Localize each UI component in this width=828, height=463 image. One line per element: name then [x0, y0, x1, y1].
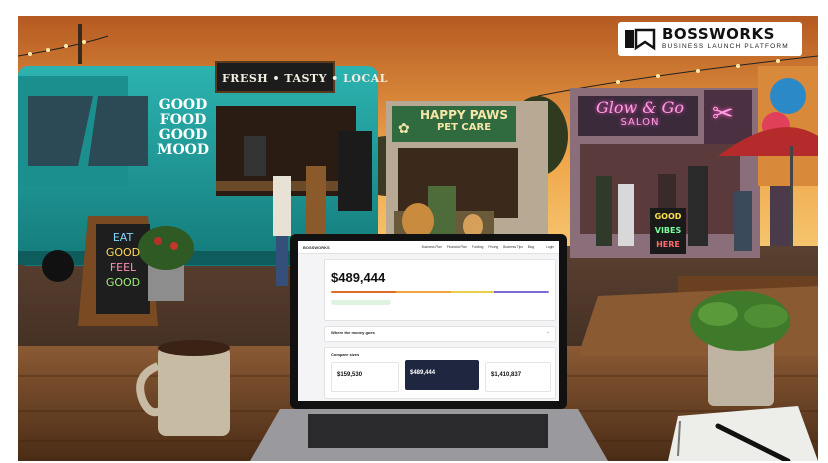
truck-side-word: MOOD: [156, 142, 210, 158]
pet-shop-sub: PET CARE: [436, 122, 492, 133]
nav-item[interactable]: Pricing: [488, 245, 498, 249]
chalk-word: FEEL: [109, 261, 137, 274]
chalk-word: GOOD: [105, 276, 141, 289]
estimate-card: $489,444: [324, 259, 556, 321]
vibes-word: HERE: [656, 240, 680, 249]
nav-item[interactable]: Business Plan: [422, 245, 442, 249]
truck-side-word: FOOD: [159, 112, 207, 128]
brand-tagline: BUSINESS LAUNCH PLATFORM: [662, 43, 789, 51]
money-section-title: Where the money goes: [331, 330, 375, 335]
salon-sub: SALON: [620, 117, 660, 128]
pet-shop-sign: HAPPY PAWS PET CARE: [414, 108, 514, 133]
nav-login[interactable]: Login: [546, 245, 554, 249]
vibes-word: GOOD: [654, 212, 682, 221]
nav-item[interactable]: Financial Plan: [447, 245, 467, 249]
paw-icon: ✿: [398, 120, 410, 136]
compare-option-small[interactable]: $159,530: [331, 362, 399, 392]
app-nav: BOSSWORKS Business Plan Financial Plan F…: [298, 241, 559, 254]
pet-shop-name: HAPPY PAWS: [419, 108, 509, 122]
money-section-card[interactable]: Where the money goes ⌄: [324, 326, 556, 342]
compare-value: $1,410,837: [491, 372, 522, 378]
compare-option-large[interactable]: $1,410,837: [485, 362, 551, 392]
salon-name: Glow & Go: [595, 98, 685, 117]
app-nav-brand[interactable]: BOSSWORKS: [303, 245, 330, 250]
chalkboard-sign: EAT GOOD FEEL GOOD: [98, 230, 148, 290]
nav-item[interactable]: Business Tips: [503, 245, 523, 249]
compare-option-selected[interactable]: $489,444: [405, 360, 479, 390]
headline-value: $489,444: [331, 270, 386, 285]
chalk-word: GOOD: [105, 246, 141, 259]
laptop-screen: BOSSWORKS Business Plan Financial Plan F…: [298, 241, 559, 401]
truck-side-word: GOOD: [158, 97, 208, 113]
bossworks-logo: BOSSWORKS BUSINESS LAUNCH PLATFORM: [618, 22, 802, 56]
cost-breakdown-bar: [331, 291, 549, 293]
brand-name: BOSSWORKS: [662, 25, 775, 44]
vibes-word: VIBES: [654, 226, 682, 235]
compare-value: $489,444: [410, 370, 436, 376]
truck-side-lettering: GOOD FOOD GOOD MOOD: [148, 98, 218, 158]
compare-title: Compare sizes: [331, 352, 360, 357]
laptop: BOSSWORKS Business Plan Financial Plan F…: [290, 234, 567, 409]
compare-sizes-card: Compare sizes $159,530 $489,444 $1,410,8…: [324, 347, 556, 399]
confidence-pill: [331, 300, 391, 305]
salon-neon-sign: Glow & Go SALON: [580, 98, 700, 128]
chevron-down-icon: ⌄: [545, 329, 550, 335]
truck-side-word: GOOD: [158, 127, 208, 143]
scissors-icon: ✂: [712, 98, 734, 128]
compare-value: $159,530: [337, 372, 363, 378]
image-frame: FRESH • TASTY • LOCAL GOOD FOOD GOOD MOO…: [0, 0, 828, 463]
truck-banner-sign: FRESH • TASTY • LOCAL: [222, 72, 388, 85]
bossworks-logo-mark-icon: [624, 27, 656, 51]
photo-scene: FRESH • TASTY • LOCAL GOOD FOOD GOOD MOO…: [18, 16, 818, 461]
nav-item[interactable]: Blog: [528, 245, 534, 249]
nav-item[interactable]: Funding: [472, 245, 484, 249]
vibes-sign: GOOD VIBES HERE: [650, 210, 686, 252]
chalk-word: EAT: [112, 231, 134, 244]
